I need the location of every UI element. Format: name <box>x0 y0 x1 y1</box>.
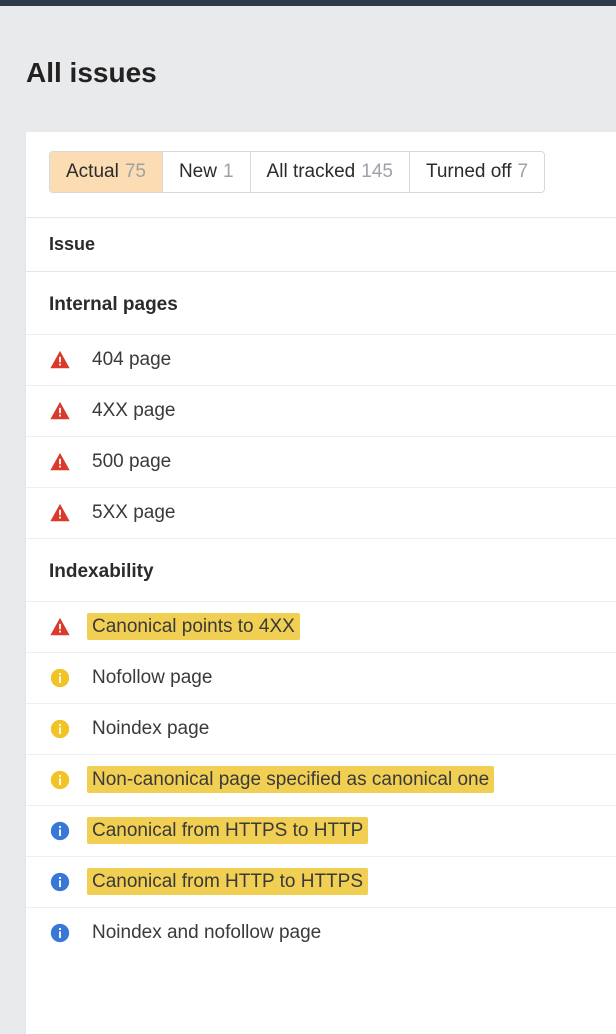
tab-count: 75 <box>125 161 146 183</box>
issue-row[interactable]: Canonical from HTTPS to HTTP <box>26 805 616 856</box>
issue-label-wrap: 500 page <box>87 451 176 473</box>
issue-row[interactable]: Canonical points to 4XX <box>26 601 616 652</box>
issue-label: Canonical points to 4XX <box>87 613 300 640</box>
issue-label: Noindex page <box>87 715 214 742</box>
group-header: Indexability <box>26 538 616 601</box>
tab-new[interactable]: New 1 <box>163 152 251 192</box>
warning-icon <box>49 718 71 740</box>
issue-label: 500 page <box>87 448 176 475</box>
issue-label: Canonical from HTTPS to HTTP <box>87 817 368 844</box>
tab-label: All tracked <box>267 161 356 183</box>
tab-label: Actual <box>66 161 119 183</box>
info-icon <box>49 820 71 842</box>
error-icon <box>49 400 71 422</box>
error-icon <box>49 451 71 473</box>
issue-row[interactable]: 4XX page <box>26 385 616 436</box>
issue-label-wrap: Noindex page <box>87 718 214 740</box>
tab-turned-off[interactable]: Turned off 7 <box>410 152 544 192</box>
tab-count: 1 <box>223 161 234 183</box>
warning-icon <box>49 667 71 689</box>
page-title: All issues <box>0 25 616 113</box>
issue-label-wrap: Canonical points to 4XX <box>87 616 300 638</box>
filter-tabs: Actual 75 New 1 All tracked 145 Turned o… <box>49 151 545 193</box>
issue-label: Noindex and nofollow page <box>87 919 326 946</box>
issue-row[interactable]: Canonical from HTTP to HTTPS <box>26 856 616 907</box>
issue-label-wrap: Nofollow page <box>87 667 217 689</box>
issue-label-wrap: Canonical from HTTP to HTTPS <box>87 871 368 893</box>
tab-count: 145 <box>361 161 393 183</box>
tab-label: New <box>179 161 217 183</box>
issue-row[interactable]: 500 page <box>26 436 616 487</box>
issue-label-wrap: Non-canonical page specified as canonica… <box>87 769 494 791</box>
group-header: Internal pages <box>26 272 616 334</box>
issue-label: 5XX page <box>87 499 180 526</box>
tab-label: Turned off <box>426 161 512 183</box>
issue-row[interactable]: Non-canonical page specified as canonica… <box>26 754 616 805</box>
issue-row[interactable]: 404 page <box>26 334 616 385</box>
info-icon <box>49 871 71 893</box>
issue-row[interactable]: Nofollow page <box>26 652 616 703</box>
error-icon <box>49 502 71 524</box>
warning-icon <box>49 769 71 791</box>
column-header-issue: Issue <box>26 217 616 272</box>
issue-label-wrap: 4XX page <box>87 400 180 422</box>
issue-row[interactable]: Noindex page <box>26 703 616 754</box>
issue-label: Canonical from HTTP to HTTPS <box>87 868 368 895</box>
issue-label: 4XX page <box>87 397 180 424</box>
issue-label: Non-canonical page specified as canonica… <box>87 766 494 793</box>
error-icon <box>49 349 71 371</box>
issue-label-wrap: 404 page <box>87 349 176 371</box>
issue-label-wrap: Canonical from HTTPS to HTTP <box>87 820 368 842</box>
issues-panel: Actual 75 New 1 All tracked 145 Turned o… <box>26 132 616 1034</box>
info-icon <box>49 922 71 944</box>
issue-label: Nofollow page <box>87 664 217 691</box>
tab-actual[interactable]: Actual 75 <box>50 152 163 192</box>
issue-label-wrap: 5XX page <box>87 502 180 524</box>
issue-label: 404 page <box>87 346 176 373</box>
issue-label-wrap: Noindex and nofollow page <box>87 922 326 944</box>
error-icon <box>49 616 71 638</box>
tab-count: 7 <box>518 161 529 183</box>
issue-row[interactable]: 5XX page <box>26 487 616 538</box>
tab-all-tracked[interactable]: All tracked 145 <box>251 152 410 192</box>
issue-groups: Internal pages 404 page 4XX page 500 page 5X… <box>26 272 616 958</box>
window-topbar <box>0 0 616 6</box>
issue-row[interactable]: Noindex and nofollow page <box>26 907 616 958</box>
tabs-container: Actual 75 New 1 All tracked 145 Turned o… <box>26 132 616 193</box>
